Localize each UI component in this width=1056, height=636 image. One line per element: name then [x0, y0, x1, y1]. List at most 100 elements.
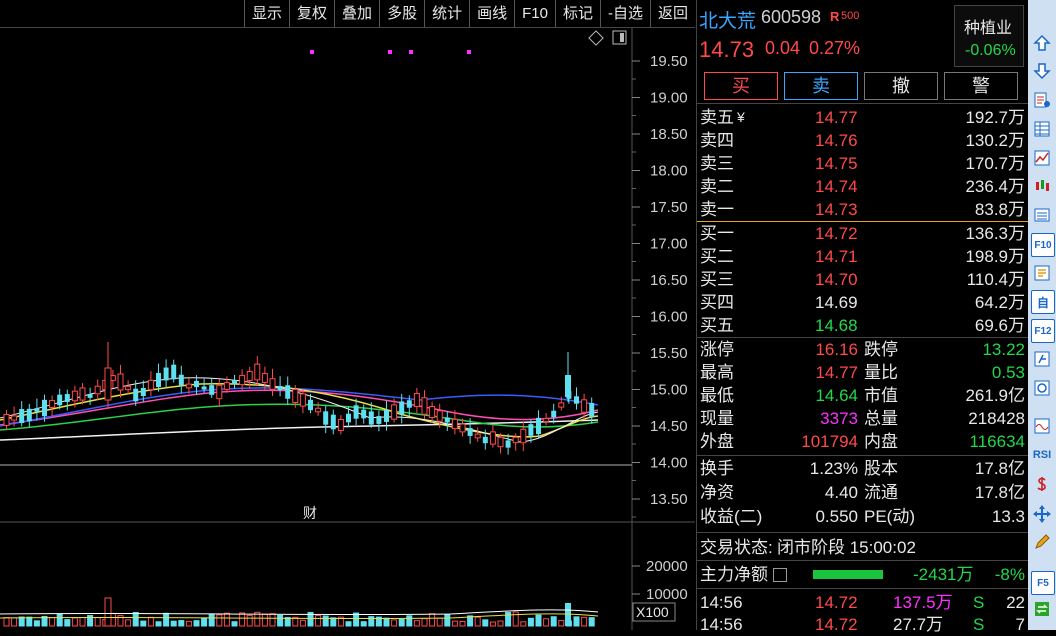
toolbar-f10[interactable]: F10 — [514, 0, 555, 27]
volume-bars — [0, 597, 599, 627]
level-volume: 83.8万 — [974, 200, 1025, 219]
volume-bar — [277, 614, 284, 627]
sell-level-2[interactable]: 卖二 14.74 236.4万 — [697, 175, 1028, 198]
toolbar-display[interactable]: 显示 — [244, 0, 289, 27]
buy-level-1[interactable]: 买一 14.72 136.3万 — [697, 222, 1028, 245]
buy-button[interactable]: 买 — [704, 72, 778, 100]
candle-body — [171, 364, 177, 380]
toolbar-remove-watchlist[interactable]: -自选 — [599, 0, 650, 27]
candle-body — [536, 417, 541, 435]
volume-bar — [185, 620, 192, 627]
candle-body — [79, 387, 86, 401]
toolbar-mark[interactable]: 标记 — [554, 0, 600, 27]
arrow-up-icon[interactable] — [1031, 32, 1053, 54]
dollar-icon[interactable] — [1031, 473, 1053, 495]
move-icon[interactable] — [1031, 503, 1053, 525]
trend-chart-icon[interactable] — [1031, 147, 1053, 169]
candle-body — [292, 388, 299, 404]
finance-report-marker[interactable]: 财 — [303, 505, 317, 521]
candle-body — [223, 382, 230, 390]
candle-body — [147, 379, 154, 391]
volume-bar — [163, 612, 170, 627]
formula-icon[interactable] — [1031, 348, 1053, 370]
arrow-down-icon[interactable] — [1031, 60, 1053, 82]
level-price: 14.73 — [815, 200, 858, 219]
sell-level-3[interactable]: 卖三 14.75 170.7万 — [697, 152, 1028, 175]
buy-level-2[interactable]: 买二 14.71 198.9万 — [697, 245, 1028, 268]
candle-body — [64, 394, 70, 402]
candle-body — [178, 374, 184, 386]
level-price: 14.72 — [815, 224, 858, 243]
candle-body — [239, 374, 246, 386]
f10-icon[interactable]: F10 — [1031, 233, 1055, 257]
candle-body — [125, 385, 132, 391]
level-label: 买一 — [700, 224, 734, 243]
level-volume: 110.4万 — [966, 270, 1025, 289]
volume-bar — [413, 620, 420, 627]
chart-expand-icon[interactable] — [588, 30, 604, 46]
cancel-order-button[interactable]: 撤 — [864, 72, 938, 100]
chart-layout-icon[interactable] — [612, 30, 627, 45]
volume-unit-label: X100 — [636, 604, 669, 620]
level-label: 卖二 — [700, 177, 734, 196]
toolbar-statistics[interactable]: 统计 — [424, 0, 469, 27]
news-icon[interactable] — [1031, 262, 1053, 284]
sell-button[interactable]: 卖 — [784, 72, 858, 100]
rsi-icon[interactable]: RSI — [1031, 444, 1053, 466]
self-select-icon[interactable]: 自 — [1031, 290, 1055, 314]
currency-sign: ¥ — [737, 109, 745, 125]
volume-bar — [193, 620, 200, 627]
industry-box[interactable]: 种植业 -0.06% — [954, 5, 1024, 67]
kline-chart[interactable]: 19.50 19.00 18.50 18.00 17.50 17.00 16.50 16.00… — [0, 28, 695, 630]
stat-row-limit: 涨停 16.16 跌停 13.22 — [700, 340, 1025, 359]
candle-chart-icon[interactable] — [1031, 175, 1053, 197]
candle-body — [444, 417, 450, 423]
refresh-icon[interactable] — [1031, 377, 1053, 399]
candle-body — [323, 411, 329, 425]
f12-icon[interactable]: F12 — [1031, 319, 1055, 343]
f5-icon[interactable]: F5 — [1031, 571, 1055, 595]
volume-bar — [299, 619, 306, 627]
candle-body — [528, 424, 534, 436]
main-capital-row[interactable]: 主力净额 -2431万 -8% — [697, 563, 1028, 586]
sell-level-4[interactable]: 卖四 14.76 130.2万 — [697, 129, 1028, 152]
trade-status: 交易状态: 闭市阶段 15:00:02 — [700, 538, 916, 557]
candle-body — [11, 415, 18, 421]
volume-bar — [201, 617, 208, 627]
toolbar-draw-line[interactable]: 画线 — [469, 0, 514, 27]
finance-row-net-assets: 净资 4.40 流通 17.8亿 — [700, 483, 1025, 502]
axis-ticks — [632, 60, 640, 595]
level-price: 14.76 — [815, 131, 858, 150]
toolbar-overlay[interactable]: 叠加 — [334, 0, 379, 27]
volume-bar — [444, 613, 451, 627]
event-marker — [409, 50, 413, 54]
toolbar-adjust[interactable]: 复权 — [289, 0, 334, 27]
alert-button[interactable]: 警 — [944, 72, 1018, 100]
volume-bar — [3, 617, 10, 627]
volume-bar — [94, 617, 101, 627]
sell-level-1[interactable]: 卖一 14.73 83.8万 — [697, 198, 1028, 221]
sell-level-5[interactable]: 卖五 ¥ 14.77 192.7万 — [697, 106, 1028, 129]
toolbar-multi-stock[interactable]: 多股 — [379, 0, 424, 27]
report-icon[interactable] — [1031, 89, 1053, 111]
quote-grid-icon[interactable] — [1031, 118, 1053, 140]
wave-chart-icon[interactable] — [1031, 415, 1053, 437]
list-icon[interactable] — [1031, 204, 1053, 226]
toolbar-back[interactable]: 返回 — [649, 0, 695, 27]
buy-level-5[interactable]: 买五 14.68 69.6万 — [697, 314, 1028, 337]
candle-body — [277, 385, 283, 391]
price-axis-label: 14.50 — [650, 418, 688, 435]
volume-bar — [581, 616, 588, 627]
price-axis-label: 16.50 — [650, 272, 688, 289]
chart-toolbar: 显示 复权 叠加 多股 统计 画线 F10 标记 -自选 返回 — [0, 0, 695, 28]
volume-bar — [588, 617, 595, 627]
pencil-icon[interactable] — [1031, 531, 1053, 553]
candle-body — [232, 380, 237, 384]
price-axis-label: 18.00 — [650, 163, 688, 180]
switch-icon[interactable] — [1031, 598, 1053, 620]
candle-body — [337, 419, 344, 431]
buy-level-3[interactable]: 买三 14.70 110.4万 — [697, 268, 1028, 291]
buy-level-4[interactable]: 买四 14.69 64.2万 — [697, 291, 1028, 314]
volume-bar — [216, 614, 223, 627]
volume-bar — [520, 621, 527, 627]
